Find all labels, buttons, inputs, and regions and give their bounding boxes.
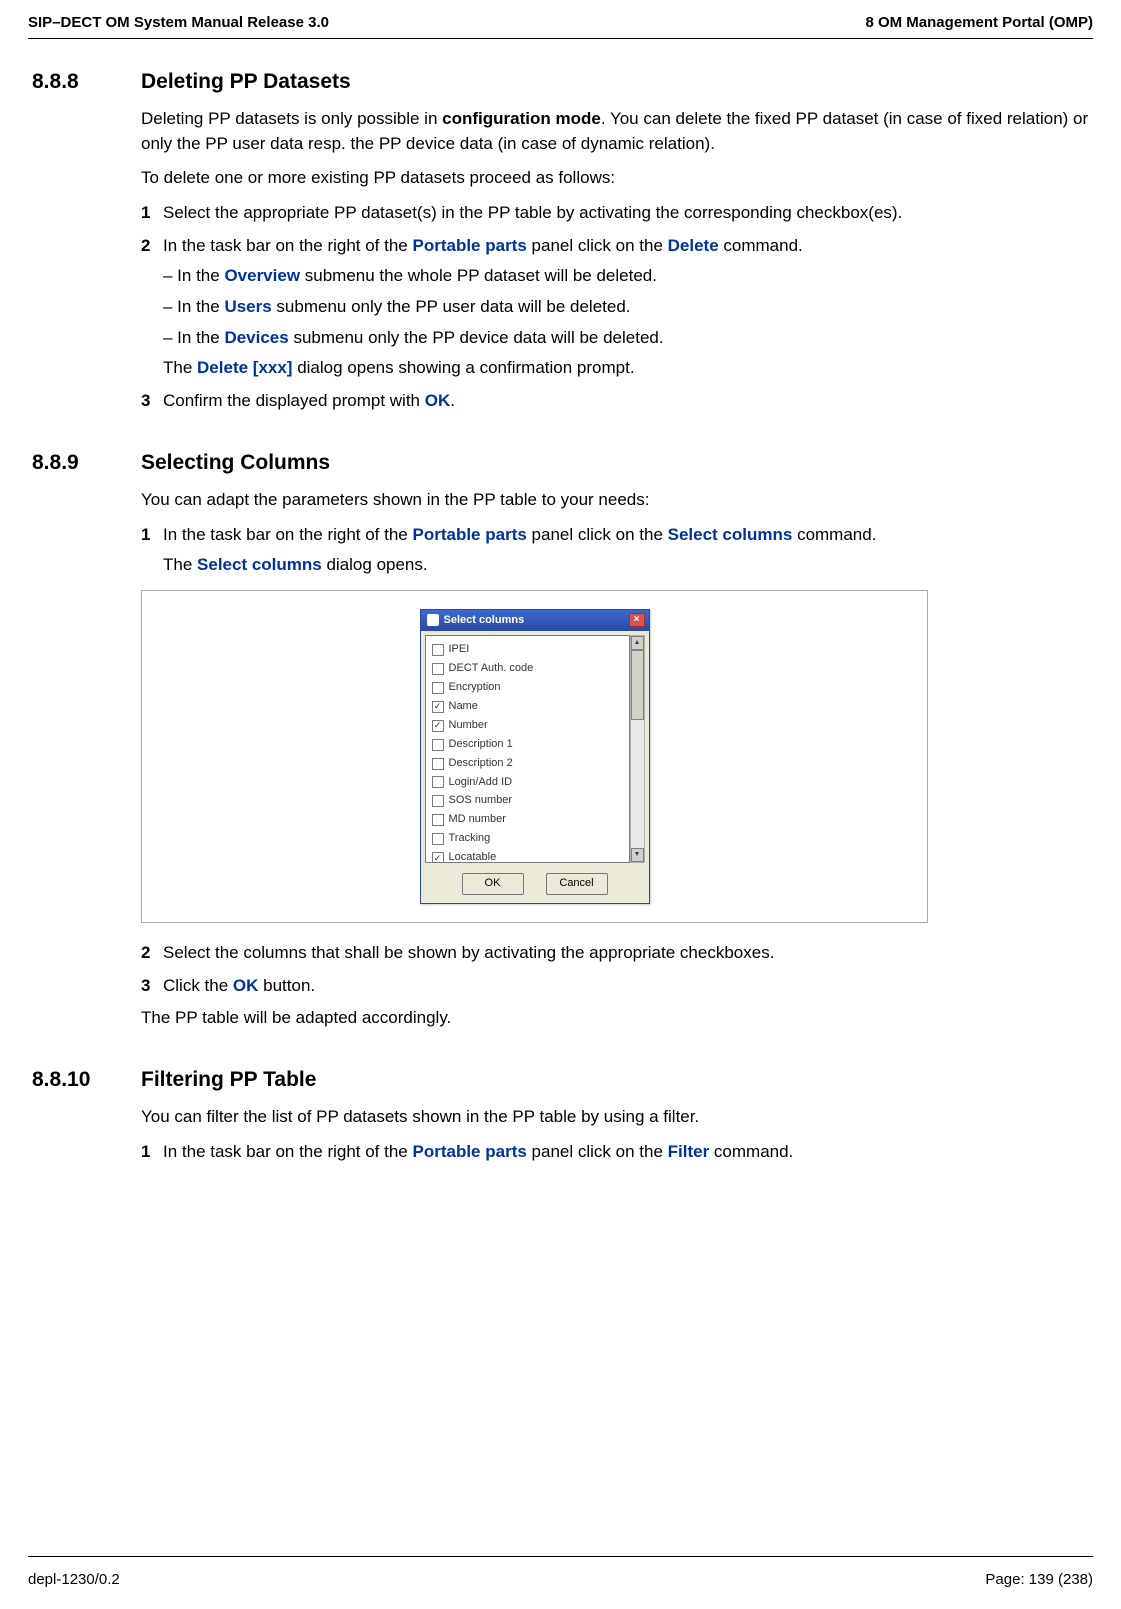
s8810-para1: You can filter the list of PP datasets s…: [141, 1105, 1093, 1130]
checkbox-icon[interactable]: [432, 758, 444, 770]
checkbox-label: Tracking: [449, 831, 491, 847]
s889-step1: 1 In the task bar on the right of the Po…: [141, 523, 1093, 578]
checkbox-row[interactable]: MD number: [426, 811, 629, 830]
section-888-num: 8.8.8: [32, 67, 141, 97]
checkbox-label: IPEI: [449, 642, 470, 658]
cancel-button[interactable]: Cancel: [546, 873, 608, 895]
checkbox-label: DECT Auth. code: [449, 661, 534, 677]
checkbox-icon[interactable]: [432, 833, 444, 845]
s888-step2: 2 In the task bar on the right of the Po…: [141, 234, 1093, 381]
checkbox-icon[interactable]: [432, 795, 444, 807]
checkbox-row[interactable]: Description 2: [426, 754, 629, 773]
scroll-thumb[interactable]: [631, 650, 644, 720]
dialog-title-text: Select columns: [444, 613, 525, 629]
checkbox-label: Description 2: [449, 756, 513, 772]
s888-para1: Deleting PP datasets is only possible in…: [141, 107, 1093, 156]
checkbox-row[interactable]: ✓ Name: [426, 697, 629, 716]
close-icon[interactable]: ×: [629, 613, 645, 627]
s889-para2: The PP table will be adapted accordingly…: [141, 1006, 1093, 1031]
checkbox-row[interactable]: SOS number: [426, 792, 629, 811]
section-889-heading: 8.8.9 Selecting Columns: [32, 448, 1093, 478]
dialog-scrollbar[interactable]: ▲ ▼: [630, 635, 645, 863]
checkbox-label: Login/Add ID: [449, 775, 513, 791]
section-889-num: 8.8.9: [32, 448, 141, 478]
section-8810-title: Filtering PP Table: [141, 1065, 316, 1095]
checkbox-icon[interactable]: [432, 682, 444, 694]
checkbox-icon[interactable]: [432, 644, 444, 656]
checkbox-row[interactable]: Login/Add ID: [426, 773, 629, 792]
checkbox-label: Description 1: [449, 737, 513, 753]
ok-button[interactable]: OK: [462, 873, 524, 895]
checkbox-icon[interactable]: ✓: [432, 720, 444, 732]
checkbox-row[interactable]: Encryption: [426, 678, 629, 697]
scroll-down-icon[interactable]: ▼: [631, 848, 644, 862]
checkbox-row[interactable]: Description 1: [426, 735, 629, 754]
checkbox-icon[interactable]: [432, 739, 444, 751]
page-footer: depl-1230/0.2 Page: 139 (238): [28, 1569, 1093, 1591]
s888-para2: To delete one or more existing PP datase…: [141, 166, 1093, 191]
checkbox-label: Number: [449, 718, 488, 734]
checkbox-icon[interactable]: ✓: [432, 701, 444, 713]
page-header: SIP–DECT OM System Manual Release 3.0 8 …: [28, 0, 1093, 39]
checkbox-label: SOS number: [449, 793, 513, 809]
select-columns-figure: Select columns × IPEI DECT Auth. code Encr…: [141, 590, 928, 923]
section-889-title: Selecting Columns: [141, 448, 330, 478]
dialog-titlebar: Select columns ×: [421, 610, 649, 632]
header-left: SIP–DECT OM System Manual Release 3.0: [28, 12, 329, 34]
window-icon: [427, 614, 439, 626]
select-columns-dialog: Select columns × IPEI DECT Auth. code Encr…: [420, 609, 650, 905]
section-888-title: Deleting PP Datasets: [141, 67, 351, 97]
checkbox-label: Locatable: [449, 850, 497, 863]
footer-rule: [28, 1556, 1093, 1557]
footer-left: depl-1230/0.2: [28, 1569, 120, 1591]
checkbox-icon[interactable]: ✓: [432, 852, 444, 863]
dialog-checkbox-list: IPEI DECT Auth. code Encryption ✓ Name ✓ Numbe…: [425, 635, 630, 863]
checkbox-label: MD number: [449, 812, 506, 828]
checkbox-label: Name: [449, 699, 478, 715]
checkbox-row[interactable]: IPEI: [426, 640, 629, 659]
s888-step1: 1 Select the appropriate PP dataset(s) i…: [141, 201, 1093, 226]
checkbox-icon[interactable]: [432, 776, 444, 788]
checkbox-icon[interactable]: [432, 663, 444, 675]
s888-step3: 3 Confirm the displayed prompt with OK.: [141, 389, 1093, 414]
checkbox-row[interactable]: DECT Auth. code: [426, 659, 629, 678]
s889-para1: You can adapt the parameters shown in th…: [141, 488, 1093, 513]
s8810-step1: 1 In the task bar on the right of the Po…: [141, 1140, 1093, 1165]
checkbox-label: Encryption: [449, 680, 501, 696]
checkbox-row[interactable]: ✓ Number: [426, 716, 629, 735]
s889-step3: 3 Click the OK button.: [141, 974, 1093, 999]
section-8810-num: 8.8.10: [32, 1065, 141, 1095]
checkbox-row[interactable]: Tracking: [426, 830, 629, 849]
header-right: 8 OM Management Portal (OMP): [865, 12, 1093, 34]
scroll-up-icon[interactable]: ▲: [631, 636, 644, 650]
section-888-heading: 8.8.8 Deleting PP Datasets: [32, 67, 1093, 97]
checkbox-row[interactable]: ✓ Locatable: [426, 849, 629, 864]
s889-step2: 2 Select the columns that shall be shown…: [141, 941, 1093, 966]
checkbox-icon[interactable]: [432, 814, 444, 826]
footer-right: Page: 139 (238): [985, 1569, 1093, 1591]
section-8810-heading: 8.8.10 Filtering PP Table: [32, 1065, 1093, 1095]
